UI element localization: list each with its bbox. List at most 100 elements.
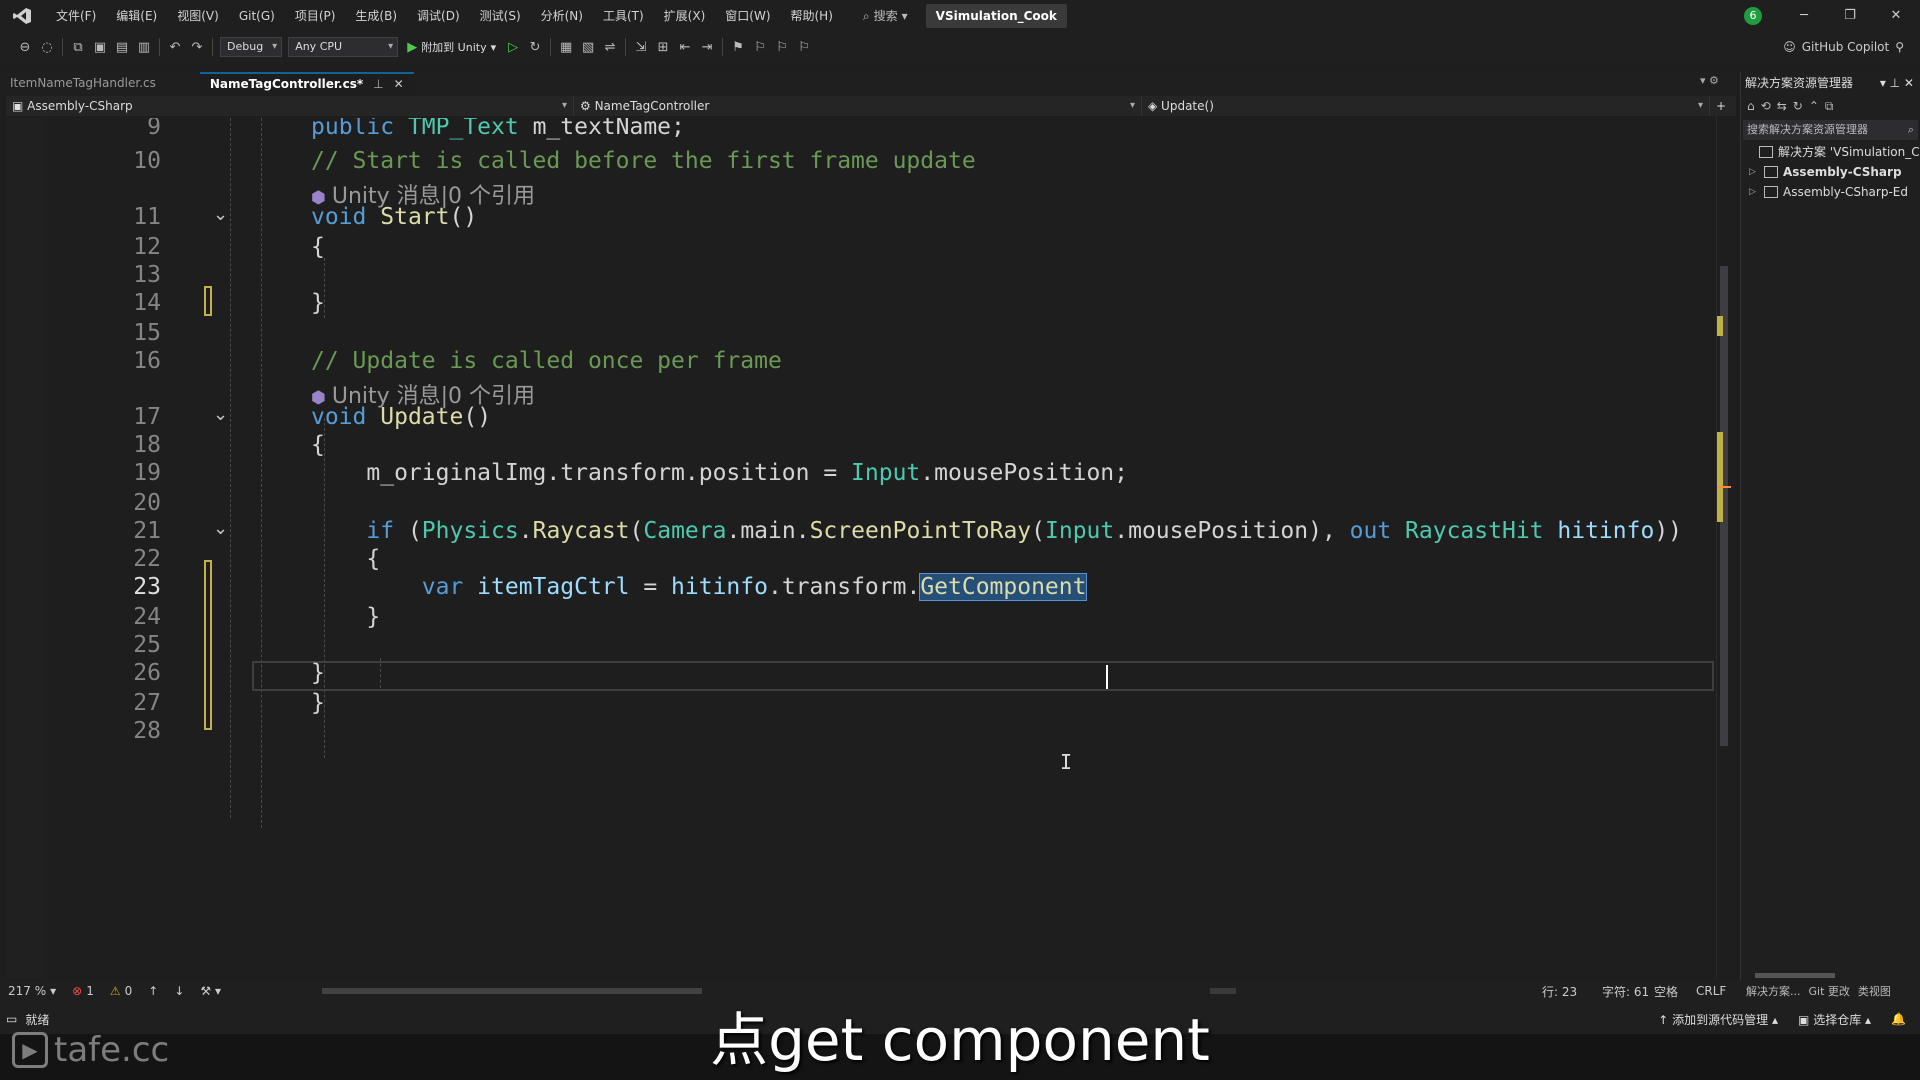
code-line-12[interactable]: 12 { bbox=[6, 232, 1720, 262]
collapse-icon[interactable]: ⌄ bbox=[213, 518, 228, 539]
panel-title: 解决方案资源管理器 bbox=[1745, 76, 1854, 90]
code-line-16[interactable]: 16 // Update is called once per frame bbox=[6, 346, 1720, 376]
menu-debug[interactable]: 调试(D) bbox=[407, 0, 470, 32]
code-line-13[interactable]: 13 bbox=[6, 260, 1720, 290]
prev-bookmark-icon[interactable]: ⚐ bbox=[749, 36, 771, 58]
collapse-icon[interactable]: ⌄ bbox=[213, 404, 228, 425]
code-line-14[interactable]: 14 } bbox=[6, 288, 1720, 318]
split-editor-button[interactable]: + bbox=[1710, 96, 1736, 116]
code-line-23[interactable]: 23 var itemTagCtrl = hitinfo.transform.G… bbox=[6, 572, 1720, 602]
code-text: void Start() bbox=[311, 204, 477, 230]
code-line-11[interactable]: 11 ⌄ void Start() bbox=[6, 202, 1720, 232]
member-dropdown[interactable]: ◈ Update() ▾ bbox=[1142, 96, 1710, 116]
configuration-dropdown[interactable]: Debug bbox=[220, 37, 283, 57]
close-window-button[interactable]: ✕ bbox=[1874, 0, 1918, 32]
code-line-28[interactable]: 28 bbox=[6, 716, 1720, 746]
close-icon[interactable]: ✕ bbox=[394, 75, 404, 93]
menu-edit[interactable]: 编辑(E) bbox=[106, 0, 167, 32]
show-all-files-icon[interactable]: ⧉ bbox=[1825, 99, 1834, 114]
open-file-icon[interactable]: ▣ bbox=[89, 36, 111, 58]
breakpoint-icon[interactable]: ⊞ bbox=[652, 36, 674, 58]
step-icon[interactable]: ⇲ bbox=[630, 36, 652, 58]
collapse-icon[interactable]: ⌄ bbox=[213, 204, 228, 225]
menu-window[interactable]: 窗口(W) bbox=[715, 0, 780, 32]
account-avatar[interactable]: 6 bbox=[1744, 7, 1762, 25]
code-line-9[interactable]: 9 public TMP_Text m_textName; bbox=[6, 118, 1720, 142]
minimize-button[interactable]: ─ bbox=[1782, 0, 1826, 32]
code-line-10[interactable]: 10 // Start is called before the first f… bbox=[6, 146, 1720, 176]
code-line-26[interactable]: 26 } bbox=[6, 658, 1720, 688]
tab-overflow-icon[interactable]: ▾ ⚙ bbox=[1700, 74, 1719, 87]
vertical-scrollbar[interactable] bbox=[1716, 116, 1731, 978]
menu-project[interactable]: 项目(P) bbox=[285, 0, 346, 32]
hot-reload-icon[interactable]: ↻ bbox=[524, 36, 546, 58]
attach-to-unity-button[interactable]: ▶ 附加到 Unity ▾ bbox=[401, 39, 502, 55]
collapse-all-icon[interactable]: ⌃ bbox=[1809, 99, 1819, 113]
pin-icon[interactable]: ⊥ bbox=[373, 75, 383, 93]
code-editor[interactable]: 9 public TMP_Text m_textName; 10 // Star… bbox=[6, 118, 1720, 978]
visual-studio-logo-icon[interactable] bbox=[10, 6, 34, 26]
restore-button[interactable]: ❐ bbox=[1828, 0, 1872, 32]
forward-icon[interactable]: ◌ bbox=[36, 36, 58, 58]
project-dropdown[interactable]: ▣ Assembly-CSharp ▾ bbox=[6, 96, 574, 116]
save-all-icon[interactable]: ▥ bbox=[133, 36, 155, 58]
back-icon[interactable]: ⊖ bbox=[14, 36, 36, 58]
codelens-update[interactable]: ⬢ Unity 消息|0 个引用 bbox=[6, 374, 1720, 409]
menu-view[interactable]: 视图(V) bbox=[167, 0, 229, 32]
tree-item-solution[interactable]: 解决方案 'VSimulation_C bbox=[1741, 142, 1920, 162]
tree-item-assembly-csharp-editor[interactable]: ▷ Assembly-CSharp-Ed bbox=[1741, 182, 1920, 202]
code-line-27[interactable]: 27 } bbox=[6, 688, 1720, 718]
solution-explorer-icon[interactable]: ▦ bbox=[555, 36, 577, 58]
home-icon[interactable]: ⌂ bbox=[1747, 99, 1755, 113]
bookmark-icon[interactable]: ⚑ bbox=[727, 36, 749, 58]
expand-arrow-icon[interactable]: ▷ bbox=[1749, 162, 1759, 182]
sync-icon[interactable]: ⟲ bbox=[1761, 99, 1771, 113]
solution-search-input[interactable]: 搜索解决方案资源管理器 ⌕ bbox=[1743, 120, 1918, 140]
code-line-17[interactable]: 17 ⌄ void Update() bbox=[6, 402, 1720, 432]
menu-build[interactable]: 生成(B) bbox=[345, 0, 407, 32]
code-line-18[interactable]: 18 { bbox=[6, 430, 1720, 460]
tab-itemnametaghandler[interactable]: ItemNameTagHandler.cs bbox=[0, 72, 166, 94]
undo-icon[interactable]: ↶ bbox=[164, 36, 186, 58]
menu-analyze[interactable]: 分析(N) bbox=[531, 0, 593, 32]
github-copilot-button[interactable]: ☺ GitHub Copilot ⚲ bbox=[1783, 32, 1904, 62]
scrollbar-thumb[interactable] bbox=[1755, 973, 1835, 978]
code-line-19[interactable]: 19 m_originalImg.transform.position = In… bbox=[6, 458, 1720, 488]
save-icon[interactable]: ▤ bbox=[111, 36, 133, 58]
code-line-22[interactable]: 22 { bbox=[6, 544, 1720, 574]
tree-item-assembly-csharp[interactable]: ▷ Assembly-CSharp bbox=[1741, 162, 1920, 182]
menu-extensions[interactable]: 扩展(X) bbox=[654, 0, 716, 32]
switch-views-icon[interactable]: ⇆ bbox=[1777, 99, 1787, 113]
chevron-down-icon: ▾ bbox=[561, 100, 567, 111]
solution-horizontal-scrollbar[interactable] bbox=[1745, 970, 1915, 980]
code-token: Raycast bbox=[532, 518, 630, 544]
new-item-icon[interactable]: ⧉ bbox=[67, 36, 89, 58]
next-bookmark-icon[interactable]: ⚐ bbox=[771, 36, 793, 58]
expand-arrow-icon[interactable]: ▷ bbox=[1749, 182, 1759, 202]
class-dropdown[interactable]: ⚙ NameTagController ▾ bbox=[574, 96, 1142, 116]
toggle-icon[interactable]: ⇌ bbox=[599, 36, 621, 58]
menu-help[interactable]: 帮助(H) bbox=[781, 0, 843, 32]
code-line-20[interactable]: 20 bbox=[6, 488, 1720, 518]
tab-nametagcontroller[interactable]: NameTagController.cs* ⊥ ✕ bbox=[199, 72, 414, 94]
code-line-24[interactable]: 24 } bbox=[6, 602, 1720, 632]
outdent-icon[interactable]: ⇥ bbox=[696, 36, 718, 58]
code-token: .mousePosition; bbox=[920, 460, 1129, 486]
codelens-start[interactable]: ⬢ Unity 消息|0 个引用 bbox=[6, 174, 1720, 209]
code-line-21[interactable]: 21 ⌄ if (Physics.Raycast(Camera.main.Scr… bbox=[6, 516, 1720, 546]
clear-bookmarks-icon[interactable]: ⚐ bbox=[793, 36, 815, 58]
menu-tools[interactable]: 工具(T) bbox=[593, 0, 654, 32]
panel-window-controls[interactable]: ▾ ⊥ ✕ bbox=[1880, 72, 1914, 94]
menu-file[interactable]: 文件(F) bbox=[46, 0, 106, 32]
redo-icon[interactable]: ↷ bbox=[186, 36, 208, 58]
properties-icon[interactable]: ▧ bbox=[577, 36, 599, 58]
search-box[interactable]: ⌕ 搜索 ▾ bbox=[855, 5, 916, 27]
indent-icon[interactable]: ⇤ bbox=[674, 36, 696, 58]
menu-git[interactable]: Git(G) bbox=[229, 0, 285, 32]
platform-dropdown[interactable]: Any CPU bbox=[288, 37, 399, 57]
start-without-debugging-icon[interactable]: ▷ bbox=[502, 36, 524, 58]
code-line-25[interactable]: 25 bbox=[6, 630, 1720, 660]
menu-test[interactable]: 测试(S) bbox=[470, 0, 531, 32]
refresh-icon[interactable]: ↻ bbox=[1793, 99, 1803, 113]
code-line-15[interactable]: 15 bbox=[6, 318, 1720, 348]
